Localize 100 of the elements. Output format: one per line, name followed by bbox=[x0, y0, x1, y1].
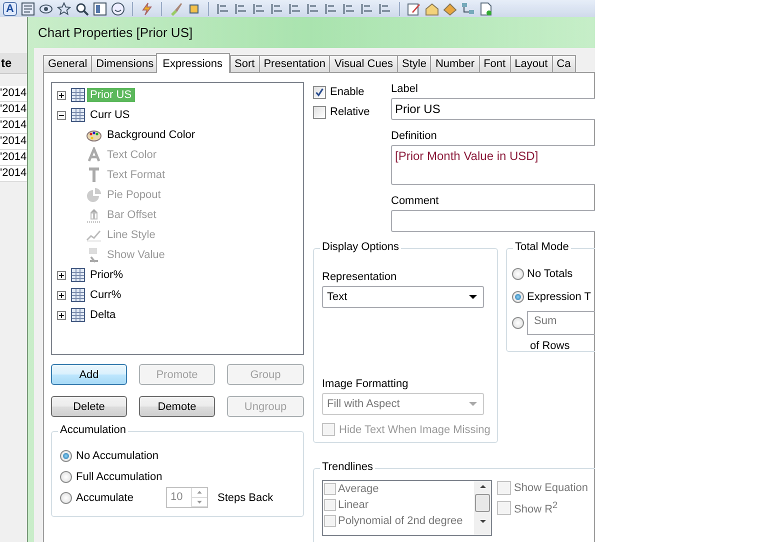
tab[interactable]: Font bbox=[478, 55, 511, 72]
tab[interactable]: Layout bbox=[510, 55, 553, 72]
smiley-icon[interactable] bbox=[111, 2, 125, 16]
checkbox[interactable] bbox=[324, 499, 336, 511]
group-title: Trendlines bbox=[320, 461, 375, 473]
representation-dropdown[interactable]: Text bbox=[322, 286, 484, 308]
scrollbar[interactable] bbox=[474, 481, 491, 535]
dropdown-arrow-icon[interactable] bbox=[469, 295, 477, 299]
list-item[interactable]: Linear bbox=[338, 499, 369, 511]
tab[interactable]: Ca bbox=[552, 55, 576, 72]
tab[interactable]: General bbox=[43, 55, 92, 72]
align-icon[interactable] bbox=[342, 2, 356, 16]
group-title: Accumulation bbox=[58, 424, 128, 436]
align-icon[interactable] bbox=[306, 2, 320, 16]
expand-icon[interactable] bbox=[57, 290, 66, 300]
font-button[interactable]: A bbox=[3, 2, 17, 16]
brush-icon[interactable] bbox=[169, 2, 183, 16]
table-icon bbox=[71, 88, 85, 102]
tab[interactable]: Presentation bbox=[258, 55, 330, 72]
magnifier-icon[interactable] bbox=[75, 2, 89, 16]
option-label: No Totals bbox=[527, 268, 573, 280]
checkbox[interactable] bbox=[497, 481, 511, 495]
checkbox-label: Enable bbox=[330, 86, 364, 98]
image-formatting-dropdown[interactable]: Fill with Aspect bbox=[322, 393, 484, 415]
align-icon[interactable] bbox=[288, 2, 302, 16]
spin-up-icon[interactable] bbox=[192, 488, 208, 498]
expand-icon[interactable] bbox=[57, 270, 66, 280]
letter-icon bbox=[86, 167, 102, 183]
option-label: Expression T bbox=[527, 290, 591, 302]
radio-button[interactable] bbox=[60, 470, 72, 482]
field-label: Comment bbox=[391, 194, 440, 209]
column-header: te bbox=[0, 53, 27, 74]
list-item[interactable]: Average bbox=[338, 483, 379, 495]
checkbox[interactable] bbox=[324, 483, 336, 495]
list-item[interactable]: Polynomial of 2nd degree bbox=[338, 515, 463, 527]
field-label: Definition bbox=[391, 129, 438, 144]
tree-item[interactable]: Delta bbox=[87, 308, 119, 322]
align-icon[interactable] bbox=[378, 2, 392, 16]
network-icon[interactable] bbox=[461, 2, 475, 16]
definition-field[interactable]: [Prior Month Value in USD] bbox=[391, 145, 595, 185]
letter-icon bbox=[86, 147, 102, 163]
tab[interactable]: Sort bbox=[230, 55, 260, 72]
radio-button[interactable] bbox=[512, 268, 524, 280]
radio-button[interactable] bbox=[512, 290, 524, 302]
steps-label: Steps Back bbox=[217, 492, 274, 504]
align-icon[interactable] bbox=[216, 2, 230, 16]
checkbox-label: Hide Text When Image Missing bbox=[339, 424, 490, 436]
table-cell: '2014 bbox=[0, 86, 27, 102]
tab[interactable]: Dimensions bbox=[91, 55, 159, 72]
tab[interactable]: Number bbox=[430, 55, 480, 72]
tree-item[interactable]: Curr US bbox=[87, 108, 133, 122]
push-button[interactable]: Add bbox=[51, 364, 127, 385]
push-button[interactable]: Delete bbox=[51, 396, 127, 417]
tree-item[interactable]: Curr% bbox=[87, 288, 124, 302]
radio-button[interactable] bbox=[60, 450, 72, 462]
comment-field[interactable] bbox=[391, 210, 595, 232]
tree-item[interactable]: Prior% bbox=[87, 268, 126, 282]
lines-icon[interactable] bbox=[21, 2, 35, 16]
table-icon bbox=[71, 288, 85, 302]
align-icon[interactable] bbox=[324, 2, 338, 16]
window-title: Chart Properties [Prior US] bbox=[37, 24, 194, 42]
push-button[interactable]: Demote bbox=[139, 396, 215, 417]
eye-icon[interactable] bbox=[39, 2, 53, 16]
group-title: Total Mode bbox=[513, 241, 571, 253]
tab[interactable]: Expressions bbox=[156, 53, 230, 73]
bar-offset-icon bbox=[86, 207, 102, 223]
label-field[interactable]: Prior US bbox=[391, 98, 595, 120]
tree-item[interactable]: Background Color bbox=[104, 128, 198, 142]
field-label: Label bbox=[391, 82, 419, 97]
expand-icon[interactable] bbox=[57, 90, 66, 100]
checkbox[interactable] bbox=[313, 86, 326, 98]
checkbox[interactable] bbox=[497, 501, 511, 515]
table-cell: '2014 bbox=[0, 102, 27, 118]
frame-icon[interactable] bbox=[187, 2, 201, 16]
pie-chart-icon bbox=[86, 187, 102, 203]
table-icon bbox=[71, 108, 85, 122]
tab[interactable]: Visual Cues bbox=[329, 55, 398, 72]
checkbox-label: Show Equation bbox=[514, 482, 588, 494]
table-cell: '2014 bbox=[0, 118, 27, 134]
expand-icon[interactable] bbox=[57, 310, 66, 320]
table-cell: '2014 bbox=[0, 166, 27, 182]
checkbox[interactable] bbox=[313, 106, 326, 118]
group-title: Display Options bbox=[320, 241, 402, 253]
tab[interactable]: Style bbox=[396, 55, 432, 72]
align-icon[interactable] bbox=[234, 2, 248, 16]
align-icon[interactable] bbox=[270, 2, 284, 16]
panel-icon[interactable] bbox=[93, 2, 107, 16]
aggregation-dropdown[interactable]: Sum bbox=[527, 311, 595, 335]
pencil-icon[interactable] bbox=[407, 2, 421, 16]
radio-button[interactable] bbox=[512, 317, 524, 329]
field-label: Representation bbox=[322, 270, 398, 285]
align-icon[interactable] bbox=[360, 2, 374, 16]
field-label: Image Formatting bbox=[322, 377, 410, 392]
star-icon[interactable] bbox=[57, 2, 71, 16]
align-icon[interactable] bbox=[252, 2, 266, 16]
radio-button[interactable] bbox=[60, 492, 72, 504]
document-icon[interactable] bbox=[479, 2, 493, 16]
checkbox[interactable] bbox=[324, 515, 336, 527]
collapse-icon[interactable] bbox=[57, 110, 66, 120]
option-label: No Accumulation bbox=[76, 450, 159, 462]
